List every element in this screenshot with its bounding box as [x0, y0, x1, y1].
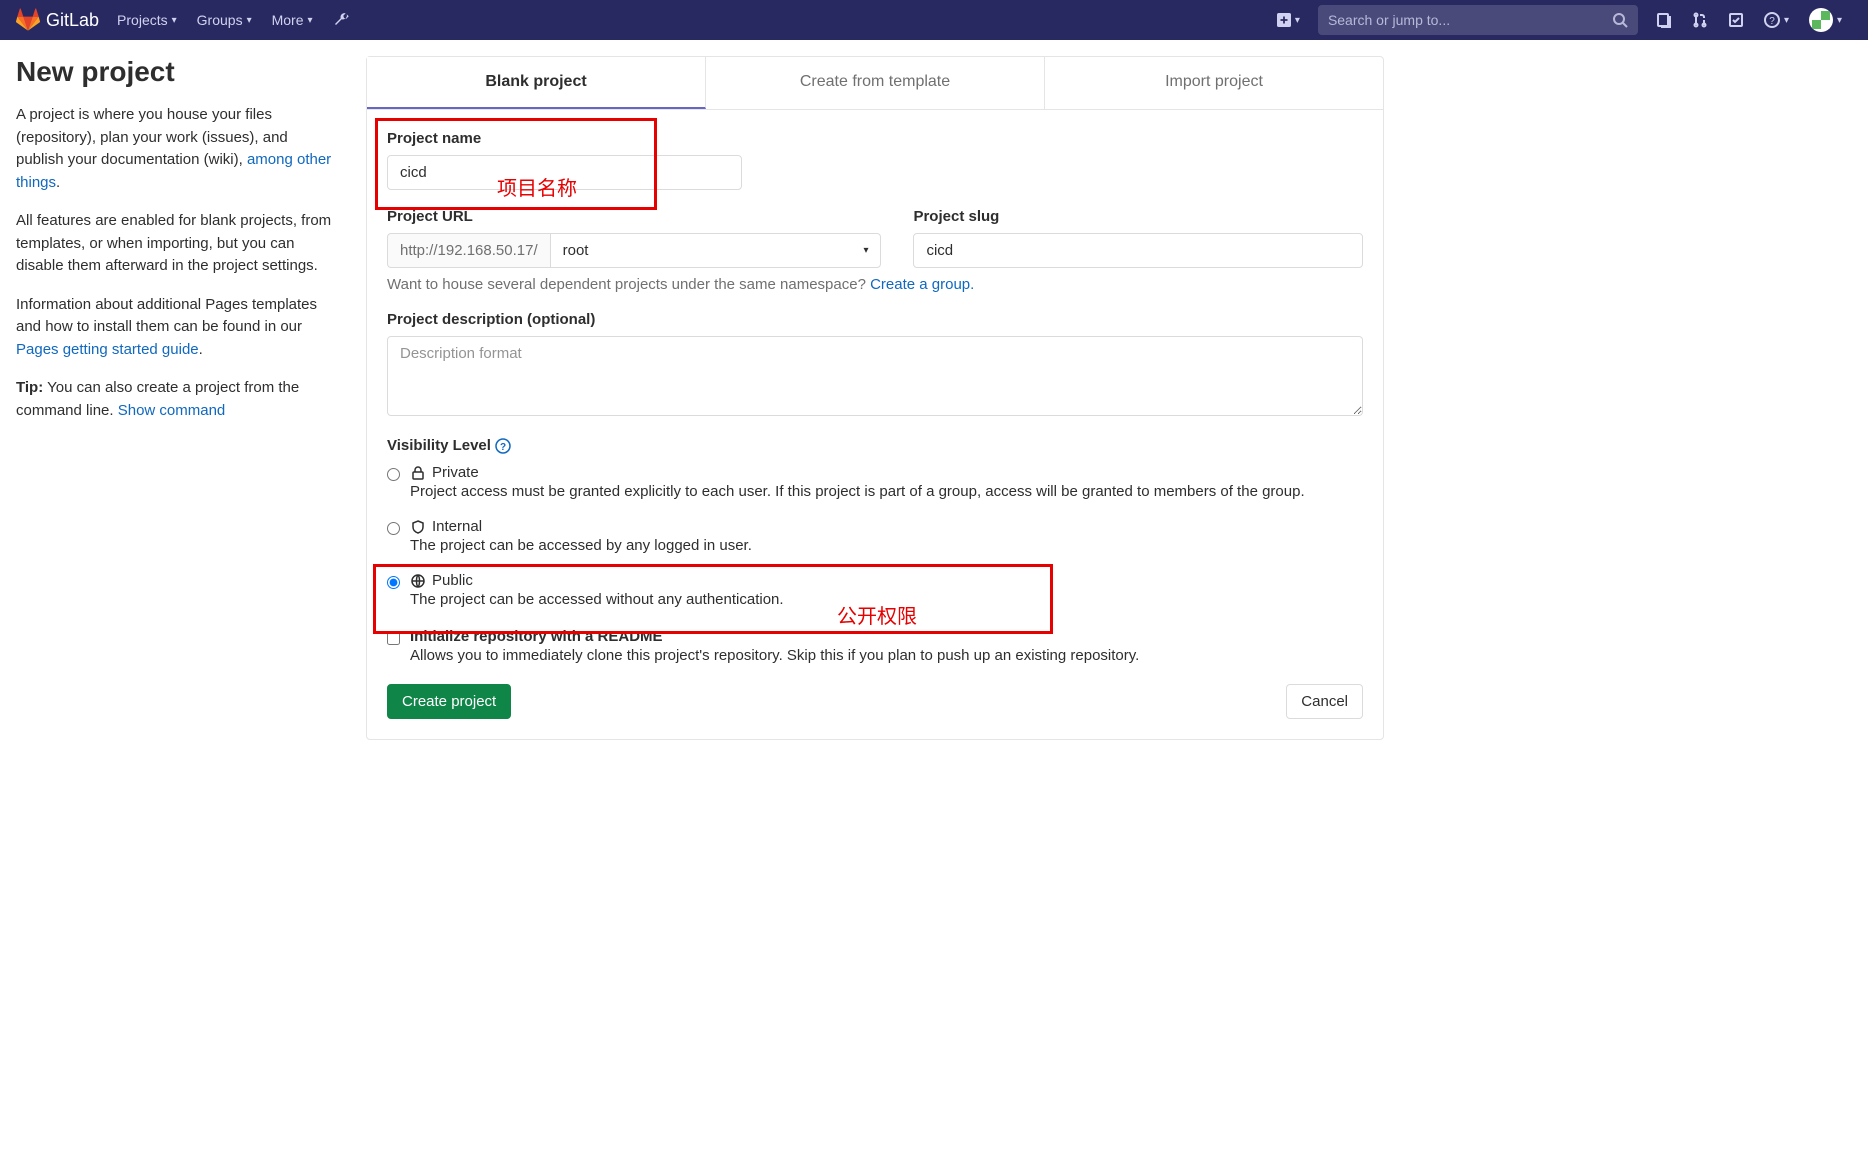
search-input[interactable]: [1328, 12, 1612, 28]
chevron-down-icon: ▾: [172, 15, 177, 26]
new-project-panel: Blank project Create from template Impor…: [366, 56, 1384, 740]
tip-label: Tip:: [16, 379, 43, 396]
global-search[interactable]: [1318, 5, 1638, 35]
sidebar-para-2: All features are enabled for blank proje…: [16, 210, 336, 278]
project-name-input[interactable]: [387, 155, 742, 190]
chevron-down-icon: ▾: [863, 245, 868, 256]
chevron-down-icon: ▾: [308, 15, 313, 26]
project-url-label: Project URL: [387, 208, 881, 225]
page-title: New project: [16, 56, 336, 88]
project-name-label: Project name: [387, 130, 1363, 147]
tab-blank-project[interactable]: Blank project: [367, 57, 706, 109]
visibility-option-internal[interactable]: Internal The project can be accessed by …: [387, 516, 1363, 556]
project-description-input[interactable]: [387, 336, 1363, 416]
shield-icon: [410, 519, 426, 535]
pages-guide-link[interactable]: Pages getting started guide: [16, 341, 199, 358]
merge-requests-icon[interactable]: [1682, 12, 1718, 28]
chevron-down-icon: ▾: [1295, 15, 1300, 26]
initialize-readme-checkbox[interactable]: [387, 632, 400, 645]
sidebar-tip: Tip: You can also create a project from …: [16, 377, 336, 422]
namespace-helper: Want to house several dependent projects…: [387, 276, 1363, 293]
visibility-radio-public[interactable]: [387, 576, 400, 589]
namespace-selected: root: [563, 242, 589, 259]
search-icon: [1612, 12, 1628, 28]
initialize-readme-option[interactable]: Initialize repository with a README Allo…: [387, 628, 1363, 664]
project-slug-input[interactable]: [913, 233, 1363, 268]
visibility-level-label: Visibility Level ?: [387, 437, 1363, 454]
globe-icon: [410, 573, 426, 589]
plus-dropdown[interactable]: ▾: [1267, 13, 1310, 27]
help-circle-icon[interactable]: ?: [495, 438, 511, 454]
visibility-option-private[interactable]: Private Project access must be granted e…: [387, 462, 1363, 502]
project-type-tabs: Blank project Create from template Impor…: [367, 57, 1383, 110]
sidebar-para-3: Information about additional Pages templ…: [16, 294, 336, 362]
svg-text:?: ?: [500, 442, 506, 453]
nav-groups[interactable]: Groups▾: [187, 12, 262, 28]
chevron-down-icon: ▾: [1784, 15, 1789, 26]
tab-create-from-template[interactable]: Create from template: [706, 57, 1045, 109]
chevron-down-icon: ▾: [1837, 15, 1842, 26]
create-group-link[interactable]: Create a group.: [870, 276, 974, 293]
create-project-button[interactable]: Create project: [387, 684, 511, 719]
gitlab-icon: [16, 8, 40, 32]
brand-text: GitLab: [46, 10, 99, 31]
nav-more[interactable]: More▾: [262, 12, 323, 28]
project-slug-label: Project slug: [913, 208, 1363, 225]
todos-icon[interactable]: [1718, 12, 1754, 28]
lock-icon: [410, 465, 426, 481]
question-circle-icon: ?: [1764, 12, 1780, 28]
svg-text:?: ?: [1769, 16, 1775, 27]
issues-icon[interactable]: [1646, 12, 1682, 28]
chevron-down-icon: ▾: [247, 15, 252, 26]
namespace-select[interactable]: root ▾: [550, 233, 882, 268]
tab-import-project[interactable]: Import project: [1045, 57, 1383, 109]
project-description-label: Project description (optional): [387, 311, 1363, 328]
visibility-option-public[interactable]: Public The project can be accessed witho…: [387, 570, 1363, 610]
info-sidebar: New project A project is where you house…: [16, 56, 346, 740]
avatar: [1809, 8, 1833, 32]
help-dropdown[interactable]: ?▾: [1754, 12, 1799, 28]
admin-wrench-icon[interactable]: [323, 12, 359, 28]
plus-icon: [1277, 13, 1291, 27]
cancel-button[interactable]: Cancel: [1286, 684, 1363, 719]
visibility-radio-private[interactable]: [387, 468, 400, 481]
project-url-prefix: http://192.168.50.17/: [387, 233, 550, 268]
visibility-radio-internal[interactable]: [387, 522, 400, 535]
user-menu[interactable]: ▾: [1799, 8, 1852, 32]
top-navbar: GitLab Projects▾ Groups▾ More▾ ▾ ?▾ ▾: [0, 0, 1868, 40]
brand-logo[interactable]: GitLab: [16, 8, 99, 32]
sidebar-para-1: A project is where you house your files …: [16, 104, 336, 194]
nav-projects[interactable]: Projects▾: [107, 12, 187, 28]
initialize-readme-title: Initialize repository with a README: [410, 628, 1139, 645]
initialize-readme-desc: Allows you to immediately clone this pro…: [410, 647, 1139, 664]
show-command-link[interactable]: Show command: [118, 402, 226, 419]
